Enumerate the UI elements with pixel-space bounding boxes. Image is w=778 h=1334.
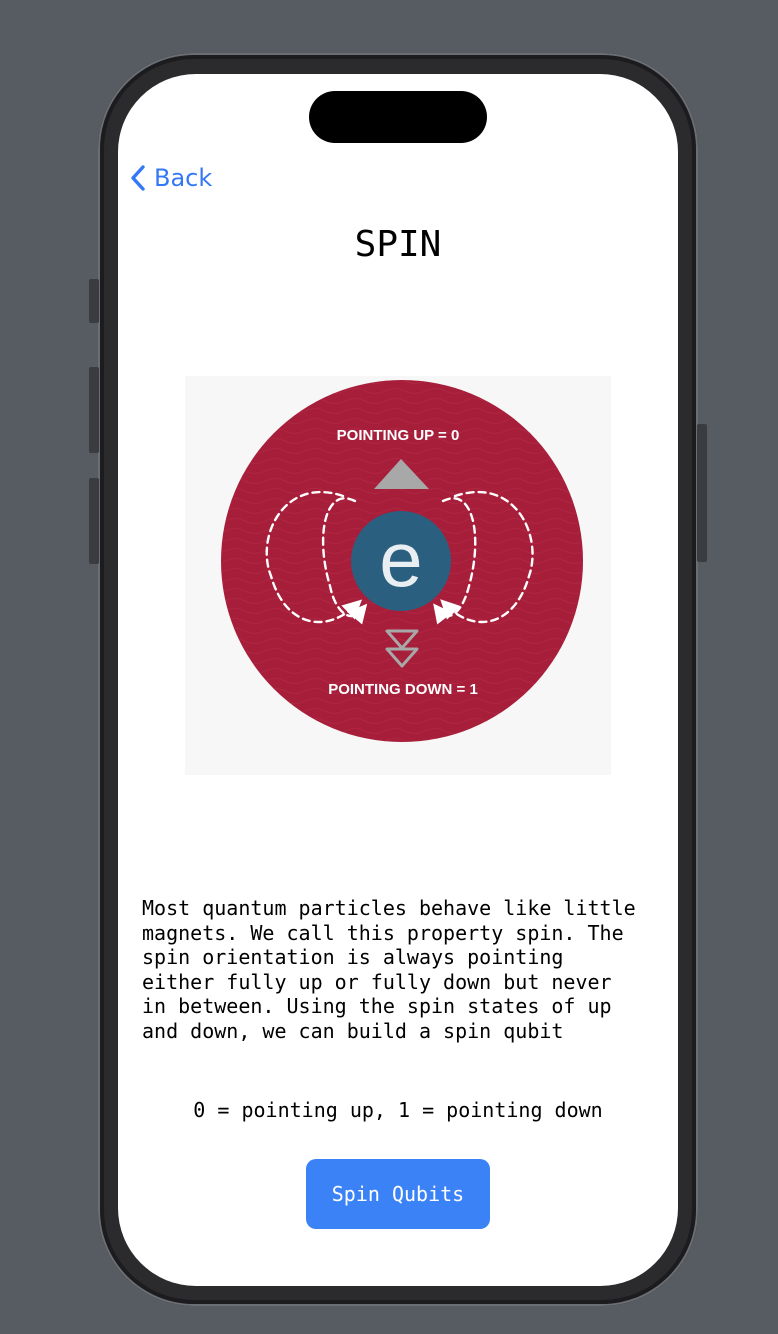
volume-down-button (89, 478, 99, 564)
power-button (697, 424, 707, 562)
screen: Back SPIN POINTING UP = 0 e POINTING DOW… (118, 74, 678, 1286)
pointing-up-label: POINTING UP = 0 (337, 427, 460, 444)
spin-illustration: POINTING UP = 0 e POINTING DOWN = 1 (185, 376, 611, 775)
state-legend: 0 = pointing up, 1 = pointing down (193, 1098, 603, 1122)
chevron-left-icon (130, 164, 146, 192)
action-button (89, 279, 99, 323)
spin-qubits-button[interactable]: Spin Qubits (306, 1159, 490, 1229)
back-label: Back (154, 164, 213, 192)
pointing-down-label: POINTING DOWN = 1 (328, 681, 478, 698)
back-button[interactable]: Back (130, 164, 212, 192)
page-title: SPIN (354, 224, 442, 265)
svg-text:e: e (379, 515, 422, 603)
dynamic-island (309, 91, 487, 143)
volume-up-button (89, 367, 99, 453)
spin-description: Most quantum particles behave like littl… (142, 896, 636, 1043)
